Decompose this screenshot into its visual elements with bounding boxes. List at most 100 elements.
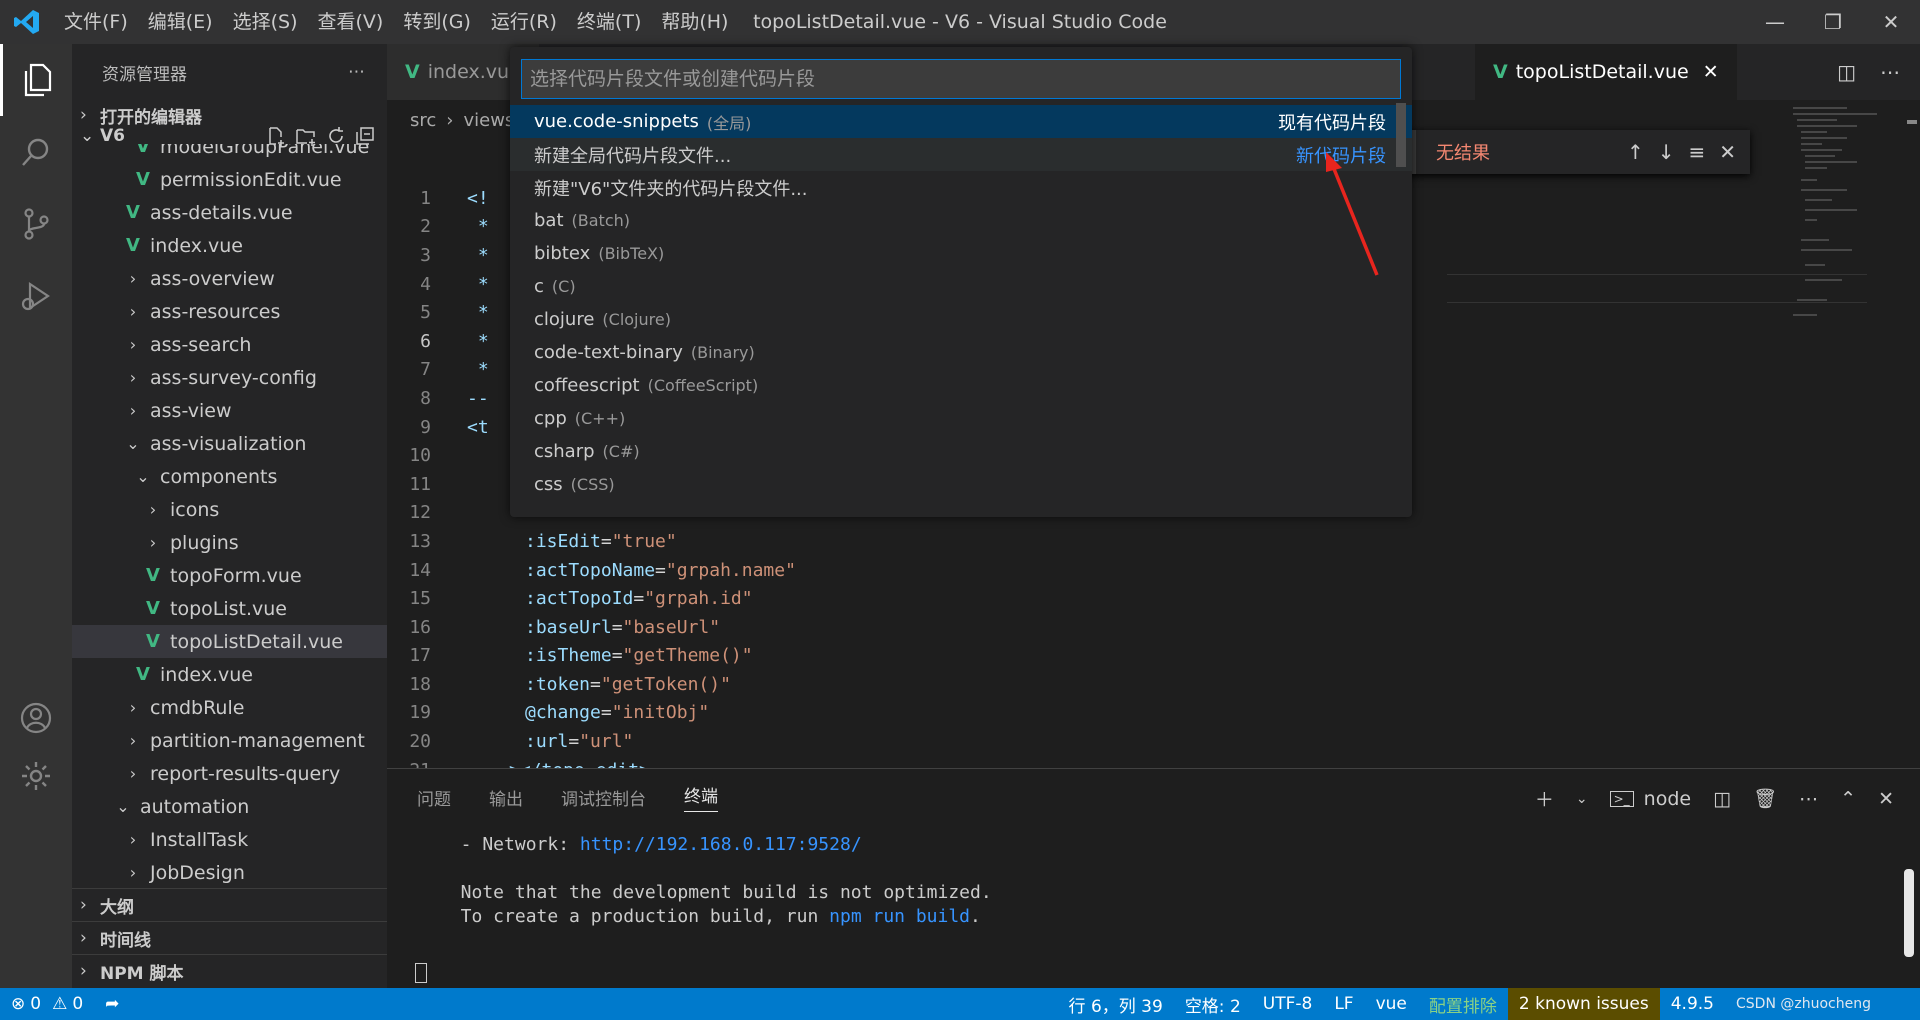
minimap[interactable]: [1787, 100, 1917, 360]
quick-pick-item[interactable]: bibtex (BibTeX): [510, 237, 1412, 270]
menu-item[interactable]: 查看(V): [308, 0, 394, 44]
timeline-section[interactable]: › 时间线: [72, 921, 387, 954]
tree-folder[interactable]: › ass-resources: [72, 295, 387, 328]
find-in-selection-icon[interactable]: ≡: [1688, 140, 1705, 164]
menu-item[interactable]: 编辑(E): [138, 0, 223, 44]
tree-folder[interactable]: › plugins: [72, 526, 387, 559]
tree-folder[interactable]: › ass-overview: [72, 262, 387, 295]
explorer-icon[interactable]: [0, 44, 72, 116]
collapse-all-icon[interactable]: [355, 126, 375, 146]
indentation-status[interactable]: 空格: 2: [1174, 988, 1252, 1020]
menu-item[interactable]: 文件(F): [54, 0, 138, 44]
menu-item[interactable]: 选择(S): [223, 0, 308, 44]
outline-label: 大纲: [100, 897, 134, 918]
menu-item[interactable]: 终端(T): [567, 0, 651, 44]
close-panel-icon[interactable]: ✕: [1878, 788, 1894, 810]
terminal-scrollbar[interactable]: [1904, 869, 1914, 957]
new-folder-icon[interactable]: [295, 126, 317, 146]
refresh-icon[interactable]: [326, 126, 346, 146]
breadcrumb-item[interactable]: src: [410, 110, 436, 131]
tree-file[interactable]: Vindex.vue: [72, 229, 387, 262]
tree-file[interactable]: VtopoForm.vue: [72, 559, 387, 592]
tree-folder[interactable]: › partition-management: [72, 724, 387, 757]
current-line-highlight: [1447, 274, 1867, 275]
tree-folder[interactable]: › report-results-query: [72, 757, 387, 790]
minimize-icon[interactable]: —: [1746, 0, 1804, 44]
more-actions-icon[interactable]: ⋯: [348, 62, 365, 82]
tree-folder[interactable]: › InstallTask: [72, 823, 387, 856]
tree-folder[interactable]: ⌄ components: [72, 460, 387, 493]
panel-tab[interactable]: 问题: [417, 785, 451, 810]
quick-pick-item[interactable]: cpp (C++): [510, 402, 1412, 435]
snippet-search-input[interactable]: [521, 59, 1401, 99]
menu-item[interactable]: 转到(G): [393, 0, 481, 44]
tree-folder[interactable]: › icons: [72, 493, 387, 526]
close-window-icon[interactable]: ✕: [1862, 0, 1920, 44]
chevron-right-icon: ›: [80, 961, 87, 981]
new-terminal-icon[interactable]: ＋: [1535, 785, 1554, 812]
breadcrumb-item[interactable]: views: [463, 110, 514, 131]
eol-status[interactable]: LF: [1323, 988, 1364, 1020]
quick-pick-item[interactable]: coffeescript (CoffeeScript): [510, 369, 1412, 402]
quick-pick-item[interactable]: c (C): [510, 270, 1412, 303]
terminal-output[interactable]: - Network: http://192.168.0.117:9528/ No…: [387, 825, 1920, 929]
outline-section[interactable]: › 大纲: [72, 888, 387, 921]
chevron-down-icon[interactable]: ⌄: [1576, 791, 1588, 807]
quick-pick-item[interactable]: clojure (Clojure): [510, 303, 1412, 336]
version-status[interactable]: 4.9.5: [1660, 988, 1725, 1020]
cursor-position[interactable]: 行 6，列 39: [1058, 988, 1174, 1020]
panel-more-icon[interactable]: ⋯: [1799, 788, 1818, 810]
config-exclude[interactable]: 配置排除: [1418, 988, 1508, 1020]
palette-scrollbar[interactable]: [1396, 103, 1406, 167]
search-icon[interactable]: [0, 116, 72, 188]
tree-folder[interactable]: ⌄ automation: [72, 790, 387, 823]
live-share-icon[interactable]: ➦: [94, 988, 130, 1020]
editor-more-icon[interactable]: ⋯: [1880, 60, 1900, 84]
tree-item-label: ass-details.vue: [150, 201, 293, 224]
tree-folder[interactable]: › ass-search: [72, 328, 387, 361]
new-file-icon[interactable]: [266, 126, 286, 146]
arrow-up-icon[interactable]: ↑: [1627, 140, 1644, 164]
tab-topolistdetail-vue[interactable]: VtopoListDetail.vue ✕: [1475, 44, 1737, 100]
language-mode[interactable]: vue: [1365, 988, 1418, 1020]
npm-scripts-section[interactable]: › NPM 脚本: [72, 954, 387, 987]
quick-pick-item[interactable]: 新建全局代码片段文件... 新代码片段: [510, 138, 1412, 171]
code-equals: =: [611, 616, 623, 638]
close-find-icon[interactable]: ✕: [1719, 140, 1736, 164]
known-issues[interactable]: 2 known issues: [1507, 988, 1660, 1020]
tree-folder[interactable]: › cmdbRule: [72, 691, 387, 724]
split-terminal-icon[interactable]: ◫: [1713, 788, 1731, 810]
source-control-icon[interactable]: [0, 188, 72, 260]
maximize-panel-icon[interactable]: ⌃: [1840, 788, 1856, 810]
tree-folder[interactable]: › ass-survey-config: [72, 361, 387, 394]
panel-tab[interactable]: 输出: [489, 785, 523, 810]
quick-pick-item[interactable]: csharp (C#): [510, 435, 1412, 468]
quick-pick-item[interactable]: 新建"V6"文件夹的代码片段文件...: [510, 171, 1412, 204]
tree-file[interactable]: Vindex.vue: [72, 658, 387, 691]
tree-file[interactable]: VpermissionEdit.vue: [72, 163, 387, 196]
close-tab-icon[interactable]: ✕: [1703, 61, 1719, 83]
split-editor-icon[interactable]: ◫: [1837, 60, 1856, 84]
tree-folder[interactable]: › ass-view: [72, 394, 387, 427]
tree-file[interactable]: VmodelGroupPanel.vue: [72, 144, 387, 163]
tree-file[interactable]: VtopoListDetail.vue: [72, 625, 387, 658]
tree-file[interactable]: VtopoList.vue: [72, 592, 387, 625]
trash-icon[interactable]: 🗑: [1753, 787, 1777, 810]
encoding-status[interactable]: UTF-8: [1252, 988, 1324, 1020]
settings-gear-icon[interactable]: [0, 740, 72, 812]
quick-pick-item[interactable]: code-text-binary (Binary): [510, 336, 1412, 369]
tree-folder[interactable]: › JobDesign: [72, 856, 387, 888]
tree-folder[interactable]: ⌄ ass-visualization: [72, 427, 387, 460]
run-debug-icon[interactable]: [0, 260, 72, 332]
arrow-down-icon[interactable]: ↓: [1658, 140, 1675, 164]
restore-icon[interactable]: ❐: [1804, 0, 1862, 44]
panel-tab[interactable]: 调试控制台: [561, 785, 646, 810]
menu-item[interactable]: 运行(R): [481, 0, 567, 44]
tree-file[interactable]: Vass-details.vue: [72, 196, 387, 229]
quick-pick-item[interactable]: bat (Batch): [510, 204, 1412, 237]
panel-tab[interactable]: 终端: [684, 782, 718, 812]
quick-pick-item[interactable]: css (CSS): [510, 468, 1412, 501]
problems-status[interactable]: ⊗ 0 ⚠ 0: [0, 988, 94, 1020]
terminal-name[interactable]: node: [1644, 788, 1691, 810]
quick-pick-item[interactable]: vue.code-snippets (全局) 现有代码片段: [510, 105, 1412, 138]
